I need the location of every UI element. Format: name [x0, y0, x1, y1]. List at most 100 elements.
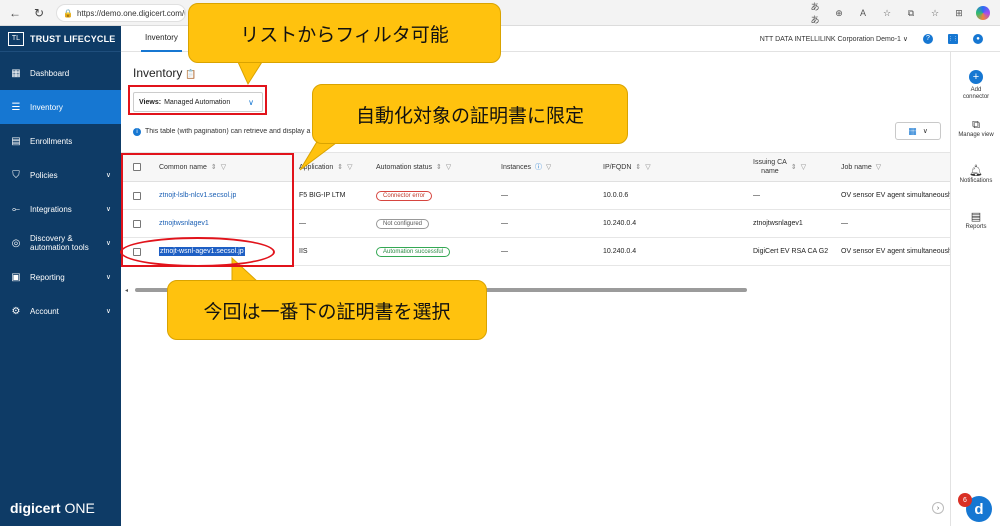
apps-grid-icon[interactable]: ⋮⋮: [948, 33, 958, 44]
application-cell: F5 BIG-IP LTM: [299, 192, 346, 199]
info-message: i This table (with pagination) can retrie…: [133, 128, 318, 136]
job-name-cell: OV sensor EV agent simultaneously 3: [841, 192, 950, 199]
collections-icon[interactable]: ⊞: [952, 8, 966, 19]
notifications-button[interactable]: 🔔︎ Notifications: [951, 165, 1000, 185]
inventory-icon: ☰: [11, 101, 21, 113]
sort-icon[interactable]: ⇕: [635, 163, 641, 171]
plus-icon: +: [969, 70, 983, 84]
column-label: Issuing CA name: [753, 153, 787, 181]
clipboard-icon[interactable]: 📋: [185, 69, 196, 79]
help-icon[interactable]: ⓘ: [535, 162, 542, 172]
column-label: Automation status: [376, 163, 433, 171]
app-window: ← ↻ 🔒 https://demo.one.digicert.com/mp あ…: [0, 0, 1000, 526]
manage-view-label: Manage view: [958, 132, 994, 138]
sidebar-item-label: Account: [30, 306, 59, 316]
column-label: Job name: [841, 163, 872, 171]
product-title: TRUST LIFECYCLE: [30, 33, 116, 44]
reports-icon: ▤: [970, 211, 982, 223]
sort-icon[interactable]: ⇕: [436, 163, 442, 171]
add-connector-button[interactable]: + Add connector: [951, 70, 1000, 101]
status-badge: Automation successful: [376, 246, 451, 257]
reports-button[interactable]: ▤ Reports: [951, 211, 1000, 231]
info-icon: i: [133, 128, 141, 136]
sidebar-item-label: Reporting: [30, 272, 65, 282]
tab-inventory[interactable]: Inventory: [141, 26, 182, 52]
filter-icon[interactable]: ▽: [347, 163, 352, 171]
sidebar-item-reporting[interactable]: ▣ Reporting ∨: [0, 260, 121, 294]
sidebar-item-enrollments[interactable]: ▤ Enrollments: [0, 124, 121, 158]
column-instances[interactable]: Instances ⓘ ▽: [501, 153, 551, 181]
instances-cell: —: [501, 192, 508, 199]
address-bar[interactable]: 🔒 https://demo.one.digicert.com/mp: [56, 4, 186, 22]
column-automation-status[interactable]: Automation status ⇕ ▽: [376, 153, 451, 181]
column-settings-button[interactable]: ▦ ∨: [895, 122, 941, 140]
issuing-ca-cell: —: [753, 192, 760, 199]
sidebar-item-account[interactable]: ⚙ Account ∨: [0, 294, 121, 328]
filter-icon[interactable]: ▽: [801, 163, 806, 171]
filter-icon[interactable]: ▽: [446, 163, 451, 171]
column-ip-fqdn[interactable]: IP/FQDN ⇕ ▽: [603, 153, 651, 181]
notification-badge: 6: [958, 493, 972, 507]
ip-cell: 10.0.0.6: [603, 192, 629, 199]
sidebar-item-integrations[interactable]: ⟜ Integrations ∨: [0, 192, 121, 226]
sidebar-item-dashboard[interactable]: ▦ Dashboard: [0, 56, 121, 90]
bell-icon: 🔔︎: [969, 165, 983, 177]
sort-icon[interactable]: ⇕: [791, 163, 797, 171]
columns-icon: ▦: [908, 125, 917, 136]
expand-chevron-icon[interactable]: ›: [932, 502, 944, 514]
zoom-icon[interactable]: ⊕: [832, 8, 846, 19]
sidebar-item-label-line1: Discovery &: [30, 234, 73, 243]
column-label: IP/FQDN: [603, 163, 632, 171]
copilot-icon[interactable]: [976, 6, 990, 20]
filter-icon[interactable]: ▽: [546, 163, 551, 171]
url-text: https://demo.one.digicert.com/mp: [76, 8, 186, 18]
user-avatar-icon[interactable]: ●: [973, 33, 983, 44]
column-label: Instances: [501, 163, 531, 171]
column-job-name[interactable]: Job name ▽: [841, 153, 881, 181]
help-icon[interactable]: ?: [923, 33, 933, 44]
scroll-left-icon[interactable]: ◂: [125, 287, 128, 294]
org-selector[interactable]: NTT DATA INTELLILINK Corporation Demo-1 …: [760, 35, 908, 43]
chevron-down-icon: ∨: [105, 240, 111, 247]
highlight-selected-cert: [120, 237, 275, 267]
sidebar-item-label: Policies: [30, 170, 58, 180]
dashboard-icon: ▦: [11, 67, 21, 79]
back-icon[interactable]: ←: [6, 4, 24, 22]
account-icon: ⚙: [11, 305, 21, 317]
chevron-down-icon: ∨: [922, 128, 928, 135]
filter-icon[interactable]: ▽: [645, 163, 650, 171]
sidebar-item-label: Enrollments: [30, 136, 73, 146]
sidebar-item-policies[interactable]: ⛉ Policies ∨: [0, 158, 121, 192]
sidebar-item-inventory[interactable]: ☰ Inventory: [0, 90, 121, 124]
chevron-down-icon: ∨: [105, 206, 111, 213]
favorites-list-icon[interactable]: ☆: [928, 8, 942, 19]
reload-icon[interactable]: ↻: [30, 4, 48, 22]
digicert-logo: digicert ONE: [10, 500, 95, 516]
column-application[interactable]: Application ⇕ ▽: [299, 153, 353, 181]
job-name-cell: —: [841, 220, 848, 227]
favorite-icon[interactable]: ☆: [880, 8, 894, 19]
manage-view-button[interactable]: ⧉ Manage view: [951, 119, 1000, 139]
filter-icon[interactable]: ▽: [876, 163, 881, 171]
highlight-views-box: [128, 85, 267, 115]
text-size-icon[interactable]: A: [856, 8, 870, 18]
application-cell: —: [299, 220, 306, 227]
sidebar-item-discovery[interactable]: ◎ Discovery & automation tools ∨: [0, 226, 121, 260]
reports-label: Reports: [965, 224, 987, 230]
ip-cell: 10.240.0.4: [603, 220, 637, 227]
info-text: This table (with pagination) can retriev…: [145, 128, 311, 135]
read-aloud-icon[interactable]: ああ: [808, 0, 822, 26]
manage-view-icon: ⧉: [972, 119, 980, 131]
column-label-line2: name: [761, 168, 779, 175]
split-screen-icon[interactable]: ⧉: [904, 8, 918, 19]
notifications-label: Notifications: [959, 178, 993, 184]
sidebar-item-label-line2: automation tools: [30, 243, 89, 252]
column-issuing-ca[interactable]: Issuing CA name ⇕ ▽: [753, 153, 806, 181]
right-rail: + Add connector ⧉ Manage view 🔔︎ Notific…: [950, 52, 1000, 526]
callout-top: リストからフィルタ可能: [188, 3, 501, 63]
sort-icon[interactable]: ⇕: [337, 163, 343, 171]
sidebar-item-label: Inventory: [30, 102, 63, 112]
sidebar-item-label: Dashboard: [30, 68, 70, 78]
add-connector-label-1: Add: [970, 87, 982, 93]
page-title: Inventory 📋: [133, 66, 197, 80]
